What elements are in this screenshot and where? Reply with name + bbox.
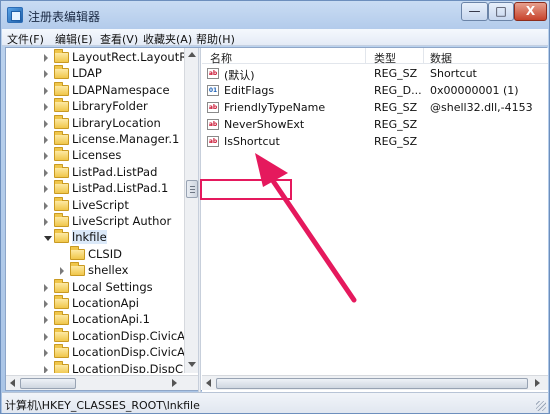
resize-grip-icon[interactable] — [536, 401, 546, 411]
status-bar: 计算机\HKEY_CLASSES_ROOT\lnkfile — [2, 392, 548, 413]
registry-editor-window: 注册表编辑器 — □ X 文件(F) 编辑(E) 查看(V) 收藏夹(A) 帮助… — [0, 0, 550, 414]
status-path: 计算机\HKEY_CLASSES_ROOT\lnkfile — [5, 399, 200, 412]
pointer-arrow-icon — [255, 153, 357, 303]
